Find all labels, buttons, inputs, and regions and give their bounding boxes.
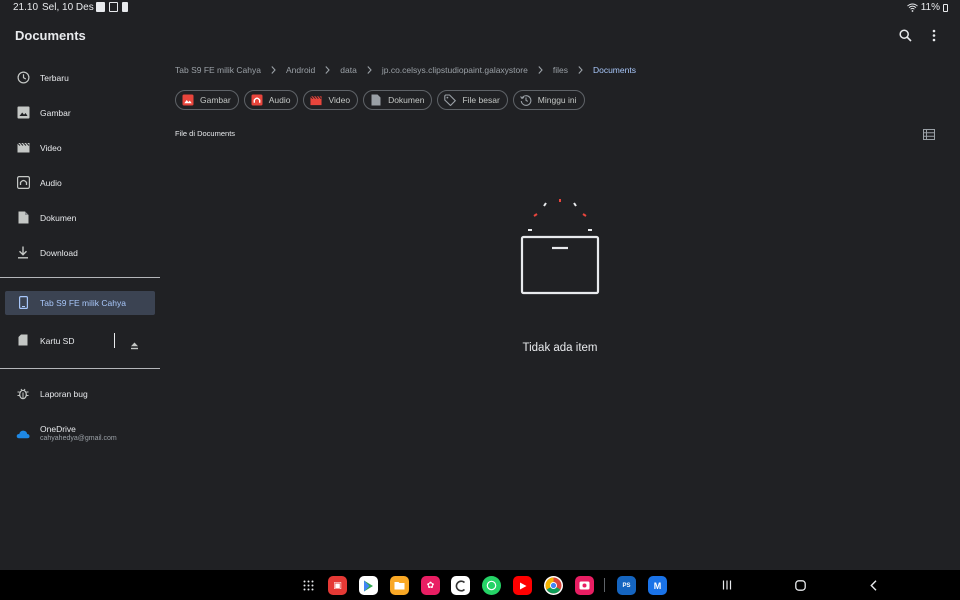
sidebar-item-video[interactable]: Video [5, 136, 155, 160]
sidebar-item-terbaru[interactable]: Terbaru [5, 66, 155, 90]
video-icon [16, 140, 30, 154]
list-view-icon[interactable] [923, 127, 935, 140]
chip-label: Gambar [200, 95, 231, 105]
breadcrumb: Tab S9 FE milik Cahya Android data jp.co… [175, 65, 636, 75]
notification-icons [96, 2, 128, 12]
more-options-icon[interactable] [926, 27, 942, 43]
tag-icon [444, 94, 457, 106]
recent-apps-button[interactable] [720, 578, 734, 592]
screen-recorder-app-icon[interactable] [575, 576, 594, 595]
sd-card-icon [16, 333, 30, 347]
eject-icon[interactable] [130, 337, 139, 350]
flipaclip-app-icon[interactable]: ▣ [328, 576, 347, 595]
document-notification-icon [96, 2, 105, 12]
chevron-right-icon [271, 66, 276, 74]
sd-card-separator [114, 333, 115, 348]
breadcrumb-item[interactable]: files [553, 65, 568, 75]
sidebar-item-label: Dokumen [40, 213, 77, 223]
home-button[interactable] [793, 578, 807, 592]
chip-audio[interactable]: Audio [243, 90, 299, 110]
wifi-icon [906, 3, 918, 12]
sidebar-item-label: Audio [40, 178, 62, 188]
onedrive-email: cahyahedya@gmail.com [40, 435, 117, 442]
sidebar-item-download[interactable]: Download [5, 241, 155, 265]
sidebar-item-label: Video [40, 143, 62, 153]
document-icon [16, 210, 30, 224]
breadcrumb-item[interactable]: data [340, 65, 357, 75]
back-button[interactable] [866, 578, 880, 592]
sidebar-item-label: Gambar [40, 108, 71, 118]
chevron-right-icon [367, 66, 372, 74]
chip-video[interactable]: Video [303, 90, 359, 110]
m-app-icon[interactable]: M [648, 576, 667, 595]
sidebar-item-gambar[interactable]: Gambar [5, 101, 155, 125]
sidebar-item-bug-report[interactable]: Laporan bug [5, 382, 155, 406]
chevron-right-icon [578, 66, 583, 74]
breadcrumb-item[interactable]: jp.co.celsys.clipstudiopaint.galaxystore [382, 65, 528, 75]
chip-label: File besar [462, 95, 500, 105]
download-icon [16, 245, 30, 259]
chip-label: Audio [268, 95, 291, 105]
sidebar-item-label: Kartu SD [40, 336, 75, 346]
battery-icon [943, 3, 948, 12]
sidebar-item-label: Download [40, 248, 78, 258]
bug-icon [16, 386, 30, 400]
history-icon [519, 94, 532, 106]
onedrive-label: OneDrive [40, 424, 76, 434]
whatsapp-app-icon[interactable] [482, 576, 501, 595]
clip-studio-app-icon[interactable] [451, 576, 470, 595]
chevron-right-icon [325, 66, 331, 74]
sidebar-item-dokumen[interactable]: Dokumen [5, 206, 155, 230]
app-drawer-icon[interactable] [300, 576, 316, 595]
gmail-notification-icon [109, 2, 118, 12]
image-icon [16, 105, 30, 119]
status-time: 21.10 [13, 2, 39, 13]
my-files-app-icon[interactable] [390, 576, 409, 595]
alert-notification-icon [122, 2, 128, 12]
chip-minggu-ini[interactable]: Minggu ini [512, 90, 585, 110]
app-title: Documents [15, 28, 86, 43]
search-icon[interactable] [897, 27, 913, 43]
breadcrumb-item[interactable]: Tab S9 FE milik Cahya [175, 65, 261, 75]
sidebar-item-audio[interactable]: Audio [5, 171, 155, 195]
tablet-icon [16, 295, 30, 309]
chip-label: Dokumen [388, 95, 425, 105]
chip-dokumen[interactable]: Dokumen [363, 90, 433, 110]
empty-box-illustration [510, 195, 610, 300]
sidebar-item-tablet-storage[interactable]: Tab S9 FE milik Cahya [5, 291, 155, 315]
filter-chips: Gambar Audio Video Dokumen File besar Mi… [175, 90, 585, 110]
breadcrumb-item[interactable]: Android [286, 65, 315, 75]
audio-icon [251, 94, 263, 106]
empty-state-message: Tidak ada item [522, 342, 598, 354]
chevron-right-icon [538, 66, 543, 74]
system-status: 11% [906, 2, 948, 13]
sidebar-item-label: Laporan bug [40, 389, 88, 399]
status-date: Sel, 10 Des [42, 2, 94, 13]
sidebar-divider [0, 277, 160, 278]
document-icon [370, 94, 382, 106]
onedrive-cloud-icon [16, 427, 30, 441]
chip-label: Minggu ini [537, 95, 577, 105]
dock-separator [604, 578, 605, 592]
audio-icon [16, 175, 30, 189]
chip-label: Video [328, 95, 351, 105]
battery-percent: 11% [920, 2, 940, 13]
clock-icon [16, 70, 30, 84]
chrome-app-icon[interactable] [544, 576, 563, 595]
play-store-app-icon[interactable] [359, 576, 378, 595]
chip-gambar[interactable]: Gambar [175, 90, 239, 110]
section-label: File di Documents [175, 129, 236, 138]
chip-file-besar[interactable]: File besar [437, 90, 508, 110]
youtube-app-icon[interactable] [513, 576, 532, 595]
sidebar-item-label: Tab S9 FE milik Cahya [40, 298, 126, 308]
sidebar-divider [0, 368, 160, 369]
video-icon [310, 94, 323, 106]
status-bar: 21.10 Sel, 10 Des 11% [0, 0, 960, 16]
sidebar-item-label: Terbaru [40, 73, 69, 83]
ms-office-app-icon[interactable]: PS [617, 576, 636, 595]
blossom-app-icon[interactable]: ✿ [421, 576, 440, 595]
system-nav-bar [0, 570, 960, 600]
image-icon [182, 94, 194, 106]
breadcrumb-current: Documents [592, 65, 636, 75]
